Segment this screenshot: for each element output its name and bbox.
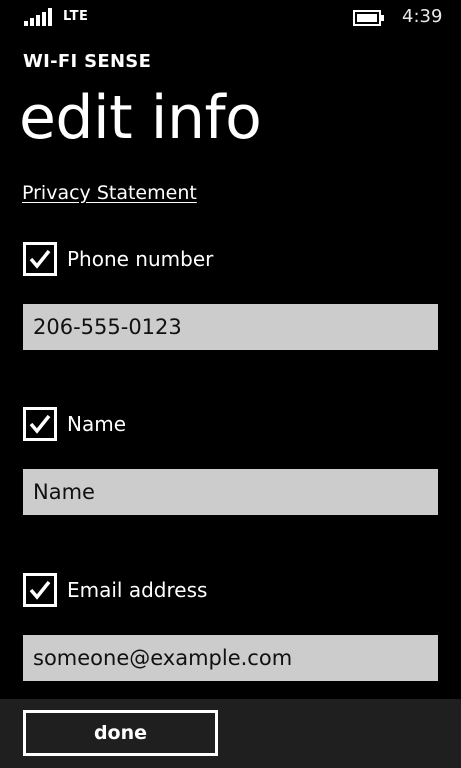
phone-number-label: Phone number xyxy=(67,247,214,271)
battery-icon xyxy=(353,10,384,26)
done-button[interactable]: done xyxy=(23,710,218,756)
email-address-checkbox[interactable] xyxy=(23,573,57,607)
app-bar: done xyxy=(0,699,461,768)
checkmark-icon xyxy=(29,580,51,600)
network-type: LTE xyxy=(63,9,89,24)
checkmark-icon xyxy=(29,414,51,434)
phone-number-checkbox-row[interactable]: Phone number xyxy=(23,242,213,276)
app-title: WI-FI SENSE xyxy=(23,51,152,72)
name-label: Name xyxy=(67,412,127,436)
name-input[interactable] xyxy=(23,469,438,515)
phone-number-input[interactable] xyxy=(23,304,438,350)
email-address-checkbox-row[interactable]: Email address xyxy=(23,573,207,607)
signal-strength-icon xyxy=(24,8,52,26)
name-checkbox[interactable] xyxy=(23,407,57,441)
page-title: edit info xyxy=(19,83,262,153)
clock: 4:39 xyxy=(402,6,443,27)
status-bar: LTE 4:39 xyxy=(0,0,461,36)
email-address-label: Email address xyxy=(67,578,208,602)
privacy-statement-link[interactable]: Privacy Statement xyxy=(22,182,197,204)
checkmark-icon xyxy=(29,249,51,269)
email-address-input[interactable] xyxy=(23,635,438,681)
phone-number-checkbox[interactable] xyxy=(23,242,57,276)
name-checkbox-row[interactable]: Name xyxy=(23,407,126,441)
